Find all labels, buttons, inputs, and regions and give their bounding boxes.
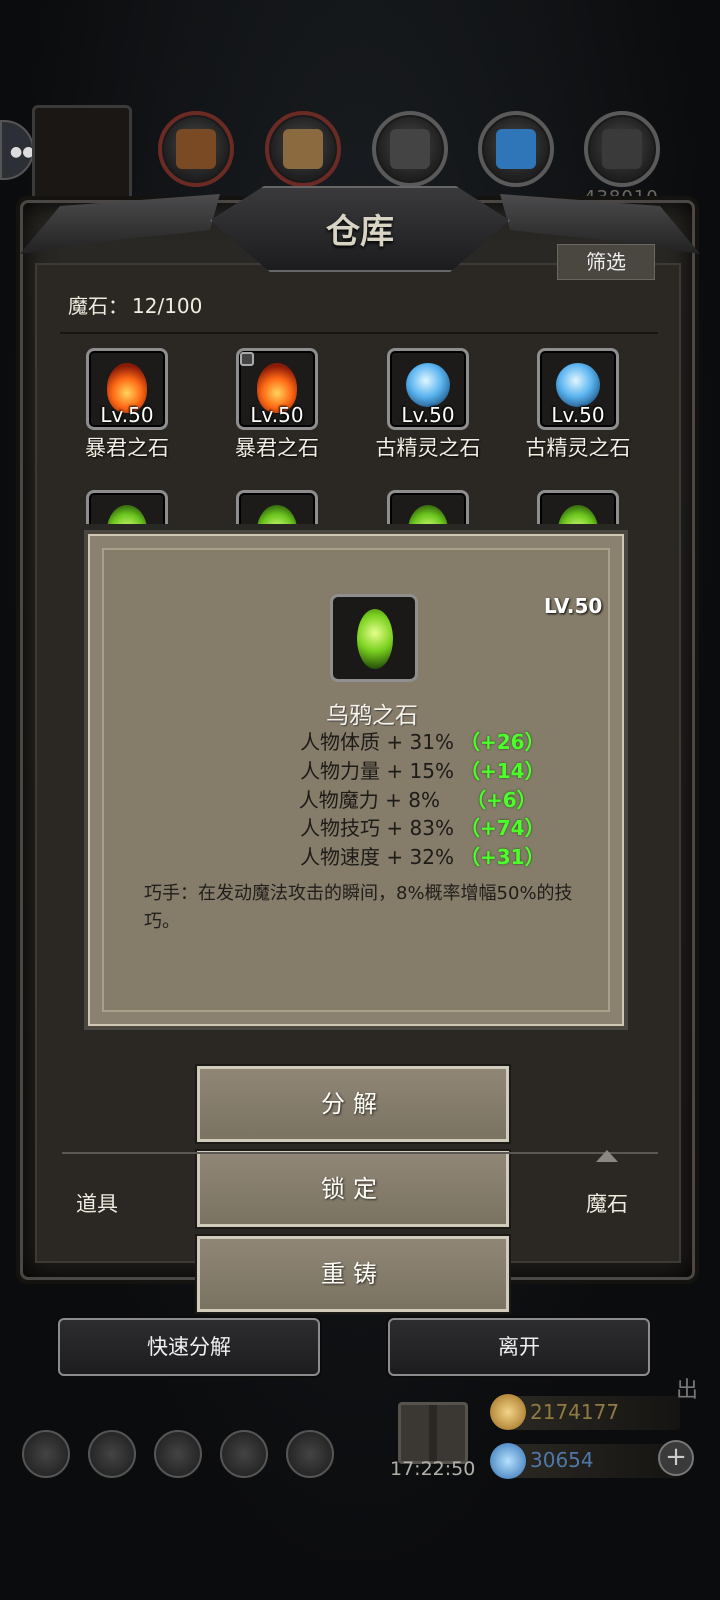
inventory-item[interactable]: Lv.50 古精灵之石 [503,348,653,462]
gold-coin-icon [490,1394,526,1430]
stat-text: 人物技巧 + 83% [300,816,454,840]
item-name: 古精灵之石 [525,436,631,460]
detail-item-frame [330,594,418,682]
stat-row: 人物体质 + 31% （+26） [104,726,640,754]
item-frame: Lv.50 [387,348,469,430]
guild-icon[interactable] [154,1430,202,1478]
resource-slot-plank[interactable] [265,111,341,187]
inventory-item[interactable]: Lv.50 暴君之石 [202,348,352,462]
item-name: 暴君之石 [85,436,169,460]
item-level: Lv.50 [100,403,154,427]
stat-text: 人物速度 + 32% [300,845,454,869]
lock-icon [240,352,254,366]
resource-slot-iron[interactable] [584,111,660,187]
achievement-icon[interactable] [88,1430,136,1478]
item-frame: Lv.50 [86,348,168,430]
leave-button[interactable]: 离开 [388,1318,650,1376]
stat-bonus: （+26） [460,730,545,754]
item-level: Lv.50 [551,403,605,427]
panel-title: 仓库 [326,212,394,252]
stat-bonus: （+31） [460,845,545,869]
mail-icon[interactable] [220,1430,268,1478]
rank-icon[interactable] [286,1430,334,1478]
resource-slot-crystal[interactable] [478,111,554,187]
gift-icon[interactable] [398,1402,468,1464]
gem-value: 30654 [530,1448,594,1472]
count-value: 12/100 [132,294,203,318]
add-currency-button[interactable]: + [658,1440,694,1476]
item-detail-popup: LV.50 乌鸦之石 人物体质 + 31% （+26） 人物力量 + 15% （… [84,530,628,1030]
count-label-text: 魔石： [68,294,128,318]
detail-level: LV.50 [544,594,603,618]
tab-items[interactable]: 道具 [76,1188,118,1218]
stat-text: 人物力量 + 15% [300,759,454,783]
crow-stone-icon [357,609,393,669]
stat-row: 人物速度 + 32% （+31） [104,841,640,869]
stat-text: 人物体质 + 31% [300,730,454,754]
stat-text: 人物魔力 + 8% [298,788,440,812]
detail-item-name: 乌鸦之石 [326,703,418,729]
popup-inner: LV.50 乌鸦之石 人物体质 + 31% （+26） 人物力量 + 15% （… [102,548,610,1012]
item-level: Lv.50 [401,403,455,427]
resource-slot-stone[interactable] [372,111,448,187]
stat-bonus: （+14） [460,759,545,783]
filter-button[interactable]: 筛选 [557,244,655,280]
gold-value: 2174177 [530,1400,620,1424]
diamond-icon [490,1443,526,1479]
magic-stone-count: 魔石： 12/100 [68,290,202,319]
ice-gem-icon [556,363,600,407]
stat-bonus: （+6） [466,788,537,812]
inventory-item[interactable]: Lv.50 暴君之石 [52,348,202,462]
skill-description: 巧手：在发动魔法攻击的瞬间，8%概率增幅50%的技巧。 [144,883,573,932]
lock-button[interactable]: 锁定 [197,1151,509,1227]
reforge-button[interactable]: 重铸 [197,1236,509,1312]
decompose-button[interactable]: 分解 [197,1066,509,1142]
side-label: 出 [676,1378,699,1403]
tab-magic-stones[interactable]: 魔石 [586,1188,628,1218]
gift-timer: 17:22:50 [390,1458,476,1480]
quick-decompose-button[interactable]: 快速分解 [58,1318,320,1376]
divider [60,332,658,334]
inventory-item[interactable]: Lv.50 古精灵之石 [353,348,503,462]
item-name: 古精灵之石 [375,436,481,460]
item-name: 暴君之石 [235,436,319,460]
tab-divider [62,1152,658,1154]
item-level: Lv.50 [250,403,304,427]
stat-row: 人物力量 + 15% （+14） [104,755,640,783]
item-frame: Lv.50 [537,348,619,430]
character-portrait[interactable] [32,105,132,205]
stat-bonus: （+74） [460,816,545,840]
settings-icon[interactable] [22,1430,70,1478]
stat-row: 人物魔力 + 8% （+6） [104,784,640,812]
stat-row: 人物技巧 + 83% （+74） [104,812,640,840]
resource-slot-wood[interactable] [158,111,234,187]
ice-gem-icon [406,363,450,407]
